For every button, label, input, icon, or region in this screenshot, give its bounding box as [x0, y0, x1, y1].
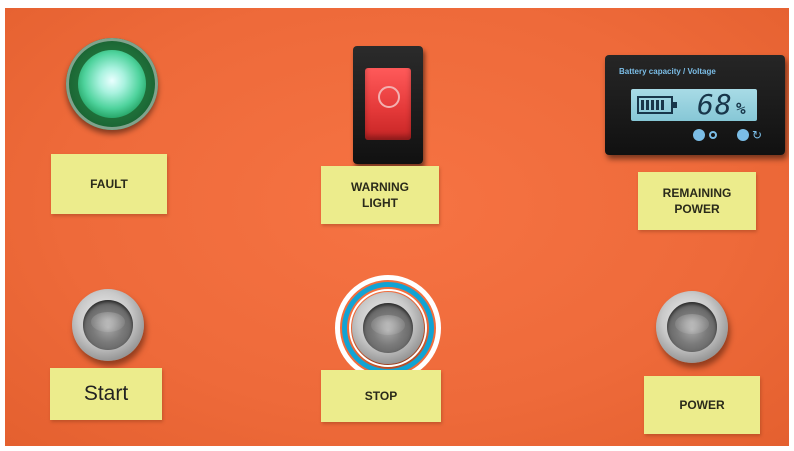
stop-label: STOP	[321, 370, 441, 422]
meter-mode-button[interactable]	[693, 129, 705, 141]
meter-cycle-button[interactable]	[737, 129, 749, 141]
fault-label: FAULT	[51, 154, 167, 214]
button-face	[667, 302, 717, 352]
refresh-symbol-icon: ↻	[752, 128, 763, 142]
stop-button-highlight-ring	[335, 275, 441, 381]
lcd-screen: 68 %	[631, 88, 757, 121]
rocker-paddle[interactable]	[365, 68, 411, 140]
circle-symbol-icon	[709, 131, 717, 139]
control-panel: FAULT WARNING LIGHT Battery capacity / V…	[5, 8, 789, 446]
lamp-glass	[78, 50, 146, 118]
remaining-power-label: REMAINING POWER	[638, 172, 756, 230]
battery-percentage-value: 68	[697, 88, 733, 121]
battery-icon	[637, 96, 677, 114]
warning-light-label: WARNING LIGHT	[321, 166, 439, 224]
power-label: POWER	[644, 376, 760, 434]
button-face	[83, 300, 133, 350]
fault-indicator-lamp	[66, 38, 158, 130]
battery-percentage-unit: %	[736, 99, 746, 118]
power-push-button[interactable]	[656, 291, 728, 363]
warning-light-rocker-switch[interactable]	[353, 46, 423, 164]
battery-meter-caption: Battery capacity / Voltage	[619, 67, 716, 76]
battery-meter-display: Battery capacity / Voltage 68 % ↻	[605, 55, 785, 155]
start-label: Start	[50, 368, 162, 420]
start-push-button[interactable]	[72, 289, 144, 361]
power-off-symbol-icon	[378, 86, 400, 108]
